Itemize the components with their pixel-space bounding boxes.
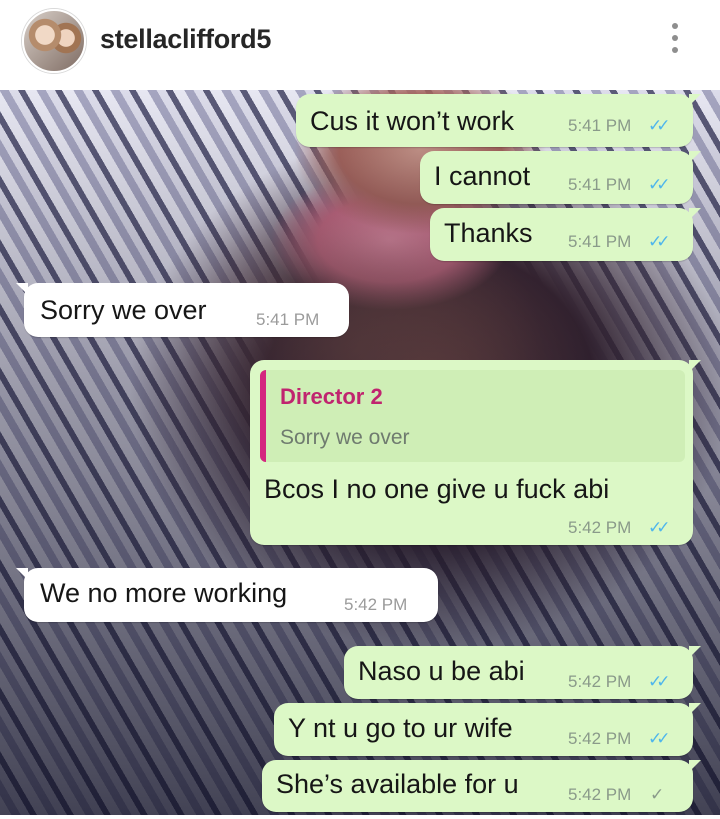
profile-avatar[interactable] <box>22 9 86 73</box>
message-text: Naso u be abi <box>358 656 525 686</box>
incoming-message[interactable]: We no more working 5:42 PM <box>16 568 438 622</box>
message-text: She’s available for u <box>276 769 519 799</box>
quote-accent-bar <box>260 370 266 462</box>
outgoing-message[interactable]: Cus it won’t work 5:41 PM ✓✓ <box>296 94 701 147</box>
quoted-sender: Director 2 <box>280 384 383 409</box>
message-text: Y nt u go to ur wife <box>288 713 513 743</box>
read-ticks-icon: ✓✓ <box>648 729 670 748</box>
post-header: stellaclifford5 <box>0 0 720 90</box>
vertical-ellipsis-icon[interactable] <box>670 20 680 56</box>
message-time: 5:42 PM <box>344 595 408 614</box>
message-text: I cannot <box>434 161 531 191</box>
message-text: Sorry we over <box>40 295 207 325</box>
message-time: 5:42 PM <box>568 729 632 748</box>
message-text: Cus it won’t work <box>310 106 515 136</box>
outgoing-message[interactable]: Y nt u go to ur wife 5:42 PM ✓✓ <box>274 703 701 756</box>
message-time: 5:42 PM <box>568 518 632 537</box>
quoted-message[interactable]: Director 2 Sorry we over <box>260 370 685 462</box>
message-time: 5:42 PM <box>568 785 632 804</box>
read-ticks-icon: ✓✓ <box>648 518 670 537</box>
username[interactable]: stellaclifford5 <box>100 24 271 55</box>
quoted-text: Sorry we over <box>280 426 410 449</box>
read-ticks-icon: ✓✓ <box>648 672 670 691</box>
read-ticks-icon: ✓✓ <box>648 175 670 194</box>
outgoing-message[interactable]: Thanks 5:41 PM ✓✓ <box>430 208 701 261</box>
message-time: 5:42 PM <box>568 672 632 691</box>
incoming-message[interactable]: Sorry we over 5:41 PM <box>16 283 349 337</box>
outgoing-message[interactable]: She’s available for u 5:42 PM ✓ <box>262 760 701 812</box>
read-ticks-icon: ✓✓ <box>648 232 670 251</box>
message-time: 5:41 PM <box>256 310 320 329</box>
outgoing-message[interactable]: I cannot 5:41 PM ✓✓ <box>420 151 701 204</box>
message-time: 5:41 PM <box>568 116 632 135</box>
message-text: Bcos I no one give u fuck abi <box>264 474 610 504</box>
message-time: 5:41 PM <box>568 232 632 251</box>
outgoing-message[interactable]: Naso u be abi 5:42 PM ✓✓ <box>344 646 701 699</box>
message-time: 5:41 PM <box>568 175 632 194</box>
message-text: Thanks <box>444 218 533 248</box>
chat-screenshot: Cus it won’t work 5:41 PM ✓✓ I cannot 5:… <box>0 90 720 815</box>
message-text: We no more working <box>40 578 288 608</box>
outgoing-reply-message[interactable]: Director 2 Sorry we over Bcos I no one g… <box>250 360 701 545</box>
sent-tick-icon: ✓ <box>650 785 665 804</box>
read-ticks-icon: ✓✓ <box>648 116 670 135</box>
